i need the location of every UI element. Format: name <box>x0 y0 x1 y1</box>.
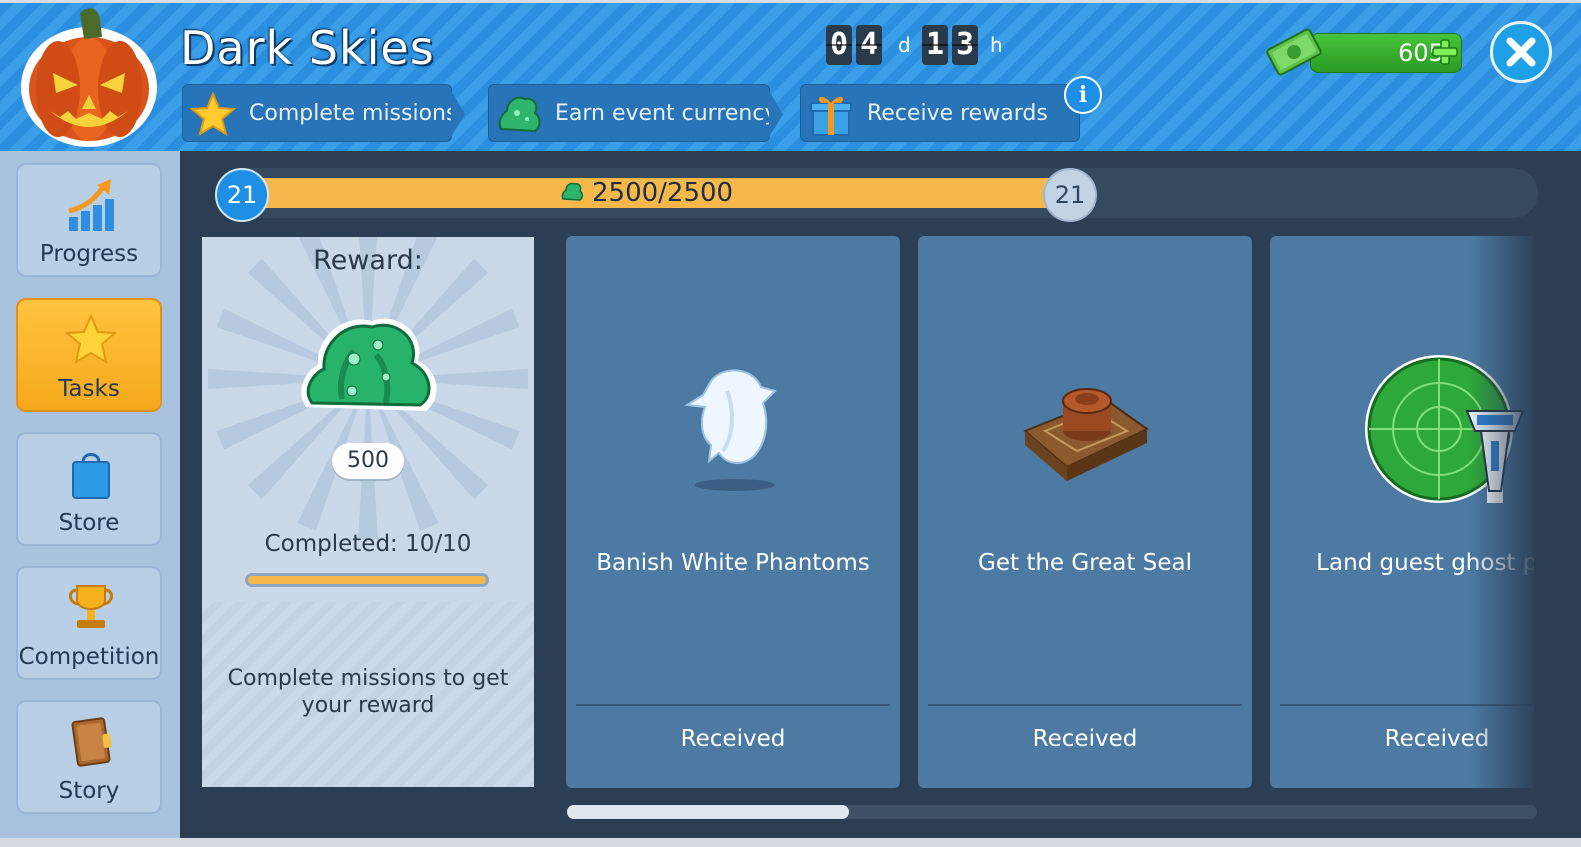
step-receive-rewards: Receive rewards <box>800 84 1080 142</box>
sidebar-item-story[interactable]: Story <box>16 700 162 814</box>
divider <box>576 704 890 706</box>
event-title: Dark Skies <box>180 21 435 75</box>
timer-digit: 0 <box>826 25 852 65</box>
reward-panel: Reward: 500 Completed: 10/10 Complete mi… <box>202 237 534 787</box>
level-end-badge: 21 <box>1043 168 1097 222</box>
ghost-icon <box>684 369 777 491</box>
completed-count: Completed: 10/10 <box>264 531 472 557</box>
sidebar-item-tasks[interactable]: Tasks <box>16 298 162 412</box>
growth-arrow-icon <box>68 179 114 231</box>
currency-balance[interactable]: 605 <box>1266 28 1462 76</box>
step-complete-missions: Complete missions <box>182 84 465 142</box>
sidebar-item-label: Store <box>58 510 120 536</box>
close-button[interactable] <box>1490 21 1552 83</box>
sidebar-item-store[interactable]: Store <box>16 432 162 546</box>
timer-unit-days: d <box>898 33 911 57</box>
mission-carousel[interactable]: Banish White Phantoms Received Get the G… <box>566 236 1534 788</box>
step-earn-currency: Earn event currency <box>488 84 783 142</box>
step-label: Receive rewards <box>867 101 1048 126</box>
step-label: Earn event currency <box>555 101 778 126</box>
timer-digit: 4 <box>856 25 882 65</box>
event-header: Dark Skies Complete missions Earn event … <box>0 0 1581 151</box>
shopping-bag-icon <box>72 453 110 499</box>
step-arrow <box>451 91 465 137</box>
completed-progress-fill <box>248 576 486 584</box>
sidebar: Progress Tasks Store Competition Story <box>0 151 180 847</box>
mission-name: Get the Great Seal <box>978 550 1192 576</box>
level-start-badge: 21 <box>215 168 269 222</box>
progress-value: 2500/2500 <box>592 178 734 208</box>
gift-icon <box>810 96 852 136</box>
seal-icon <box>1023 388 1149 481</box>
mission-name: Banish White Phantoms <box>596 550 870 576</box>
horizontal-scrollbar[interactable] <box>567 805 1537 819</box>
slime-icon <box>561 182 583 201</box>
bottom-edge <box>0 838 1581 847</box>
timer-digit: 3 <box>952 25 978 65</box>
currency-bar: 605 <box>1310 33 1462 73</box>
info-button[interactable]: i <box>1064 76 1102 114</box>
sidebar-item-label: Story <box>58 778 120 804</box>
timer-unit-hours: h <box>990 33 1003 57</box>
step-label: Complete missions <box>249 101 458 126</box>
sidebar-item-progress[interactable]: Progress <box>16 163 162 277</box>
step-arrow <box>769 91 783 137</box>
sidebar-item-label: Competition <box>18 644 160 670</box>
slime-icon <box>498 96 541 133</box>
mission-card[interactable]: Get the Great Seal Received <box>918 236 1252 788</box>
reward-title: Reward: <box>313 245 423 276</box>
book-icon <box>71 717 112 767</box>
star-icon <box>189 91 237 137</box>
carousel-fade-edge <box>1470 236 1536 788</box>
reward-amount: 500 <box>332 443 404 479</box>
mission-status: Received <box>1032 726 1138 752</box>
sidebar-item-label: Progress <box>39 241 139 267</box>
trophy-icon <box>69 585 113 628</box>
slime-reward-icon <box>301 318 437 411</box>
close-icon <box>1506 37 1536 67</box>
mission-card[interactable]: Banish White Phantoms Received <box>566 236 900 788</box>
mission-status: Received <box>680 726 786 752</box>
plus-icon[interactable] <box>1431 38 1459 66</box>
sidebar-item-competition[interactable]: Competition <box>16 566 162 680</box>
cash-icon <box>1266 28 1322 76</box>
divider <box>928 704 1242 706</box>
pumpkin-logo-icon <box>21 8 157 147</box>
scrollbar-thumb[interactable] <box>567 805 849 819</box>
sidebar-item-label: Tasks <box>58 376 120 402</box>
timer-digit: 1 <box>922 25 948 65</box>
reward-description: Complete missions to get your reward <box>227 666 509 718</box>
star-icon <box>65 313 117 365</box>
completed-progress-bar <box>245 573 489 587</box>
